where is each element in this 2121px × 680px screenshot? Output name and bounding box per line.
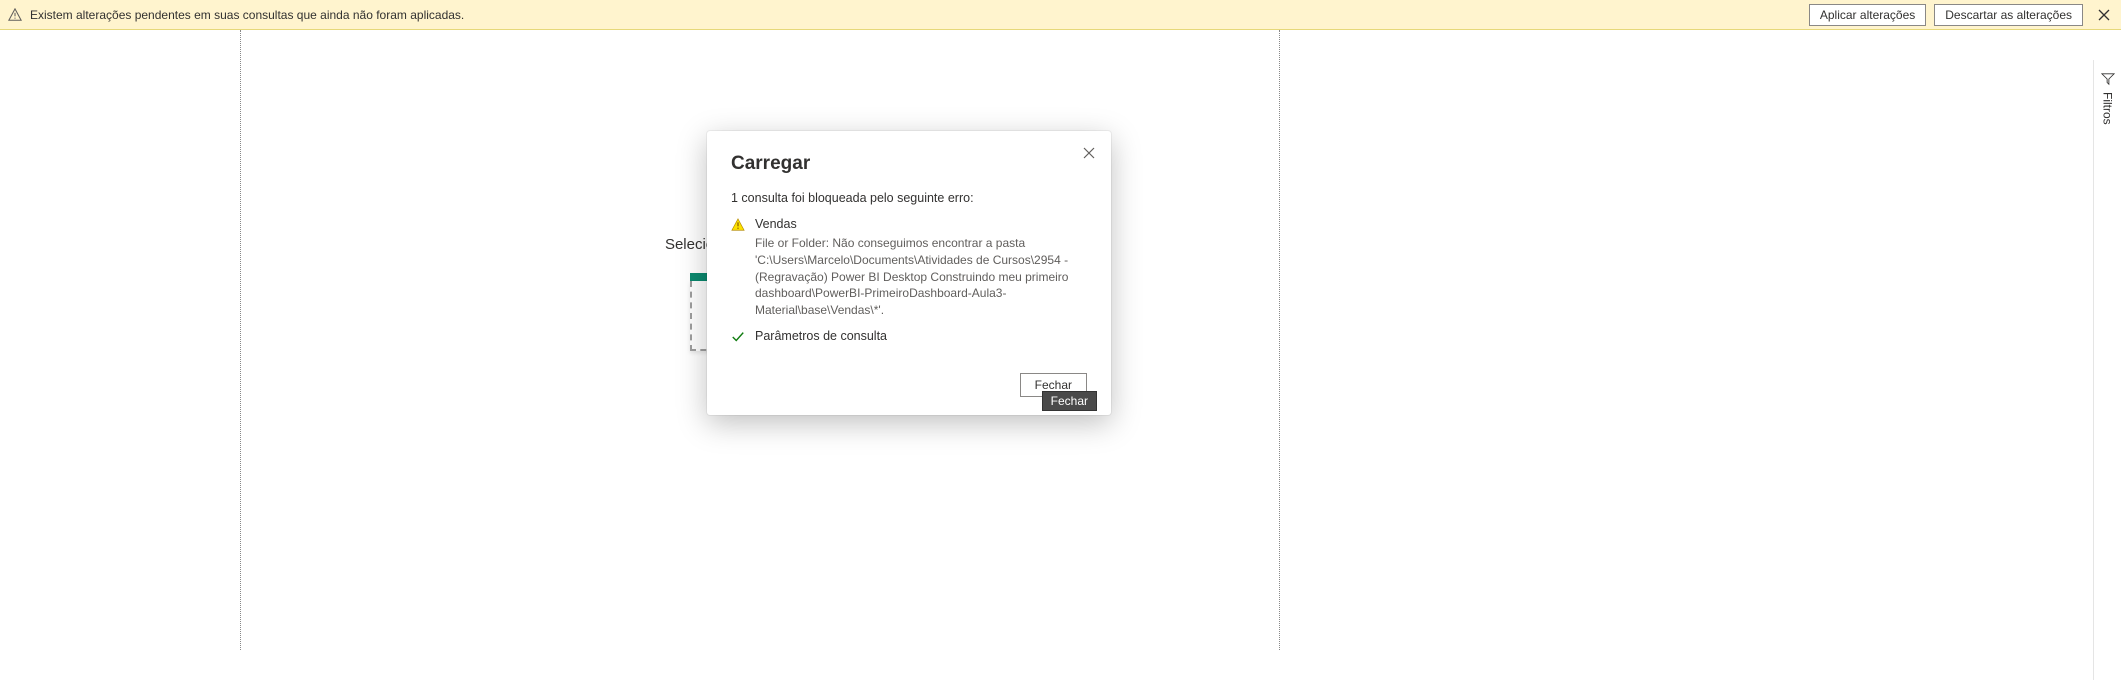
warning-icon — [8, 8, 22, 22]
close-tooltip: Fechar — [1042, 391, 1097, 411]
dialog-item: Vendas File or Folder: Não conseguimos e… — [731, 217, 1087, 319]
dialog-title: Carregar — [731, 153, 1087, 175]
dialog-footer: Fechar Fechar — [731, 373, 1087, 397]
banner-close-button[interactable] — [2095, 6, 2113, 24]
dialog-subtitle: 1 consulta foi bloqueada pelo seguinte e… — [731, 191, 1087, 205]
check-icon — [731, 330, 747, 346]
filter-icon — [2101, 72, 2115, 86]
dialog-item: Parâmetros de consulta — [731, 329, 1087, 347]
discard-changes-button[interactable]: Descartar as alterações — [1934, 4, 2083, 26]
dialog-item-body: Vendas File or Folder: Não conseguimos e… — [755, 217, 1087, 319]
error-icon — [731, 218, 747, 234]
filters-pane-collapsed[interactable]: Filtros — [2093, 60, 2121, 680]
dialog-item-name: Parâmetros de consulta — [755, 329, 1087, 343]
banner-message-wrap: Existem alterações pendentes em suas con… — [8, 8, 1801, 22]
dialog-item-name: Vendas — [755, 217, 1087, 231]
banner-message: Existem alterações pendentes em suas con… — [30, 8, 464, 22]
dialog-item-body: Parâmetros de consulta — [755, 329, 1087, 347]
filters-pane-label: Filtros — [2101, 92, 2115, 125]
apply-changes-button[interactable]: Aplicar alterações — [1809, 4, 1926, 26]
close-icon — [2098, 9, 2110, 21]
dialog-item-detail: File or Folder: Não conseguimos encontra… — [755, 235, 1087, 319]
load-dialog: Carregar 1 consulta foi bloqueada pelo s… — [707, 131, 1111, 415]
close-icon — [1083, 147, 1095, 159]
pending-changes-banner: Existem alterações pendentes em suas con… — [0, 0, 2121, 30]
dialog-close-button[interactable] — [1077, 141, 1101, 165]
